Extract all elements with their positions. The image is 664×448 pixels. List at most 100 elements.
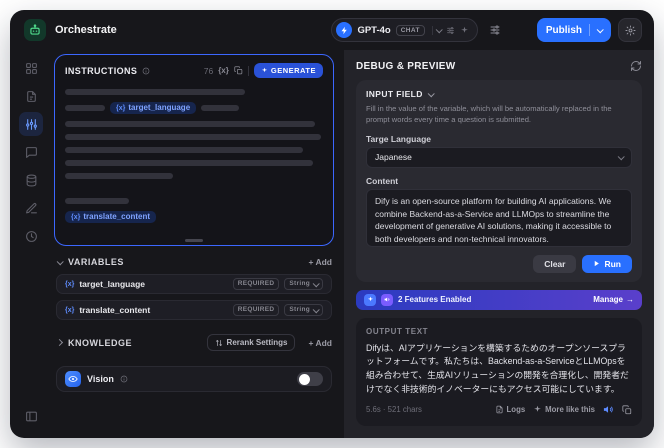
inline-variable-target-language[interactable]: {x} target_language (110, 102, 197, 114)
target-language-label: Targe Language (366, 133, 432, 144)
prompt-text-skeleton (65, 89, 245, 95)
chevron-down-icon[interactable] (435, 25, 443, 33)
content-label: Content (366, 175, 399, 186)
app-logo-robot-icon (24, 19, 46, 41)
debug-preview-panel: DEBUG & PREVIEW INPUT FIELD Fill in the … (344, 50, 654, 438)
clear-button[interactable]: Clear (533, 254, 577, 273)
variable-name: translate_content (79, 305, 151, 315)
required-badge: REQUIRED (232, 278, 280, 290)
inline-variable-translate-content[interactable]: {x} translate_content (65, 211, 157, 223)
input-field-header[interactable]: INPUT FIELD (366, 89, 632, 99)
sidebar-item-orchestrate[interactable] (19, 112, 43, 136)
info-icon (120, 375, 128, 383)
variable-row-target-language[interactable]: {x} target_language REQUIRED String (56, 274, 332, 294)
debug-title: DEBUG & PREVIEW (356, 60, 456, 72)
type-label: String (289, 305, 310, 313)
sidebar-item-annotations[interactable] (19, 196, 43, 220)
instructions-panel: INSTRUCTIONS 76 {x} GENERATE {x} target_… (54, 54, 334, 246)
variable-icon: {x} (65, 280, 75, 288)
settings-button[interactable] (618, 18, 642, 42)
type-badge[interactable]: String (284, 304, 323, 316)
debug-header: DEBUG & PREVIEW (356, 60, 642, 72)
chevron-down-icon (427, 89, 435, 97)
model-completion-icon[interactable] (460, 26, 469, 35)
model-config-button[interactable] (484, 19, 506, 41)
rerank-settings-button[interactable]: Rerank Settings (206, 334, 296, 351)
chevron-down-icon (312, 279, 320, 287)
generate-button[interactable]: GENERATE (253, 63, 323, 78)
model-provider-icon (336, 22, 353, 38)
prompt-text-skeleton (65, 147, 303, 153)
sidebar-collapse-button[interactable] (19, 404, 43, 428)
sidebar-item-apps[interactable] (19, 56, 43, 80)
output-meta: 5.6s · 521 chars (366, 405, 422, 415)
more-like-this-button[interactable]: More like this (533, 405, 595, 414)
chevron-down-icon (617, 153, 625, 161)
variable-name: target_language (79, 279, 145, 289)
speaker-icon (603, 406, 613, 413)
main-content: INSTRUCTIONS 76 {x} GENERATE {x} target_… (10, 50, 654, 438)
toggle-knob (298, 373, 310, 385)
copy-icon (622, 405, 632, 414)
model-pill-tools (431, 25, 469, 35)
prompt-text-skeleton (65, 121, 315, 127)
variable-row-translate-content[interactable]: {x} translate_content REQUIRED String (56, 300, 332, 320)
rerank-label: Rerank Settings (226, 338, 288, 347)
prompt-text-skeleton (65, 105, 105, 111)
manage-features-button[interactable]: Manage → (593, 295, 634, 304)
publish-label: Publish (545, 24, 582, 36)
feature-tts-icon (381, 293, 393, 306)
publish-button[interactable]: Publish (536, 18, 611, 42)
features-label: 2 Features Enabled (398, 295, 472, 305)
sidebar-item-knowledge[interactable] (19, 168, 43, 192)
resize-handle[interactable] (185, 239, 203, 242)
refresh-icon (631, 61, 641, 71)
vision-toggle[interactable] (297, 372, 323, 386)
instructions-title: INSTRUCTIONS (65, 65, 138, 76)
variable-row-meta: REQUIRED String (232, 278, 323, 290)
variables-title: VARIABLES (68, 257, 124, 267)
model-selector[interactable]: GPT-4o CHAT (331, 18, 478, 42)
sidebar-item-logs[interactable] (19, 224, 43, 248)
variable-name: translate_content (83, 212, 151, 221)
arrow-right-icon: → (626, 295, 634, 305)
variables-header[interactable]: VARIABLES + Add (56, 257, 332, 267)
chevron-down-icon (312, 305, 320, 313)
text-to-speech-button[interactable] (603, 404, 614, 415)
debug-actions: Clear Run (366, 254, 632, 273)
chevron-right-icon (55, 338, 64, 347)
sidebar-item-chat[interactable] (19, 140, 43, 164)
left-sidebar (10, 50, 52, 438)
run-button[interactable]: Run (582, 254, 632, 273)
output-text: Difyは、AIアプリケーションを構築するためのオープンソースプラットフォームで… (366, 342, 629, 394)
type-label: String (289, 279, 310, 287)
knowledge-title: KNOWLEDGE (68, 337, 132, 348)
insert-variable-button[interactable]: {x} (218, 66, 229, 75)
feature-citation-icon (364, 293, 376, 306)
features-enabled-bar: 2 Features Enabled Manage → (356, 289, 642, 310)
prompt-text-skeleton (65, 160, 313, 166)
knowledge-header[interactable]: KNOWLEDGE Rerank Settings + Add (55, 334, 332, 351)
type-badge[interactable]: String (284, 278, 323, 290)
sidebar-item-prompt[interactable] (19, 84, 43, 108)
target-language-select[interactable]: Japanese (366, 146, 632, 168)
variable-row-meta: REQUIRED String (232, 304, 323, 316)
copy-prompt-button[interactable] (234, 66, 243, 75)
logs-button[interactable]: Logs (495, 405, 525, 414)
output-footer: 5.6s · 521 chars Logs More like this (366, 404, 632, 415)
model-mode-badge: CHAT (395, 24, 425, 36)
copy-icon (234, 66, 243, 75)
prompt-editor[interactable]: {x} target_language {x} translate_conten… (65, 89, 323, 223)
add-knowledge-button[interactable]: + Add (308, 338, 332, 348)
copy-output-button[interactable] (622, 405, 632, 415)
content-textarea[interactable]: Dify is an open-source platform for buil… (366, 188, 632, 247)
required-badge: REQUIRED (232, 304, 280, 316)
run-label: Run (604, 258, 621, 269)
model-params-icon[interactable] (446, 26, 455, 35)
chevron-down-icon (596, 25, 604, 33)
add-variable-button[interactable]: + Add (308, 257, 332, 267)
restart-button[interactable] (630, 60, 642, 72)
prompt-text-skeleton (201, 105, 240, 111)
prompt-text-skeleton (65, 134, 321, 140)
logs-icon (496, 406, 503, 414)
